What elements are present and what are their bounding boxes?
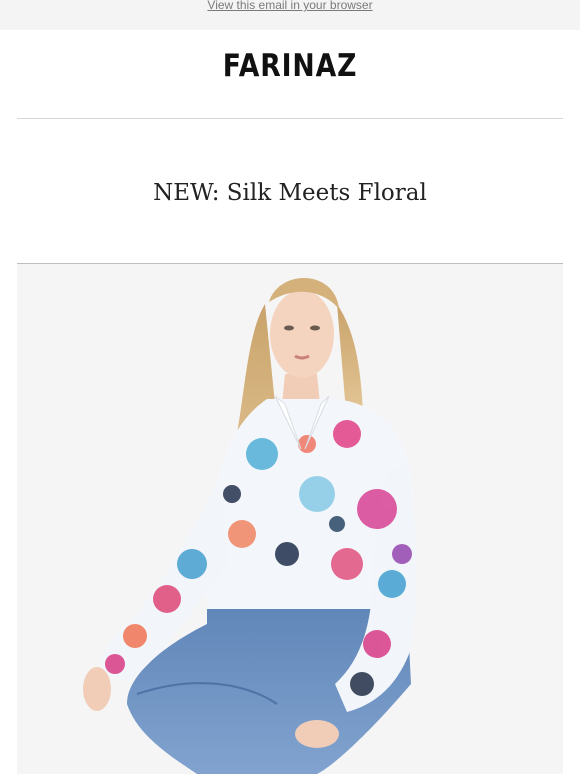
brand-logo[interactable]: FARINAZ [41, 48, 540, 84]
hero-image[interactable] [17, 264, 563, 774]
view-in-browser-link[interactable]: View this email in your browser [207, 0, 372, 12]
hand-left [83, 667, 111, 711]
header-divider [17, 118, 563, 119]
hero-illustration [17, 264, 563, 774]
headline: NEW: Silk Meets Floral [153, 180, 427, 206]
hand-right [295, 720, 339, 748]
preheader-bar: View this email in your browser [0, 0, 580, 30]
face [270, 290, 334, 378]
